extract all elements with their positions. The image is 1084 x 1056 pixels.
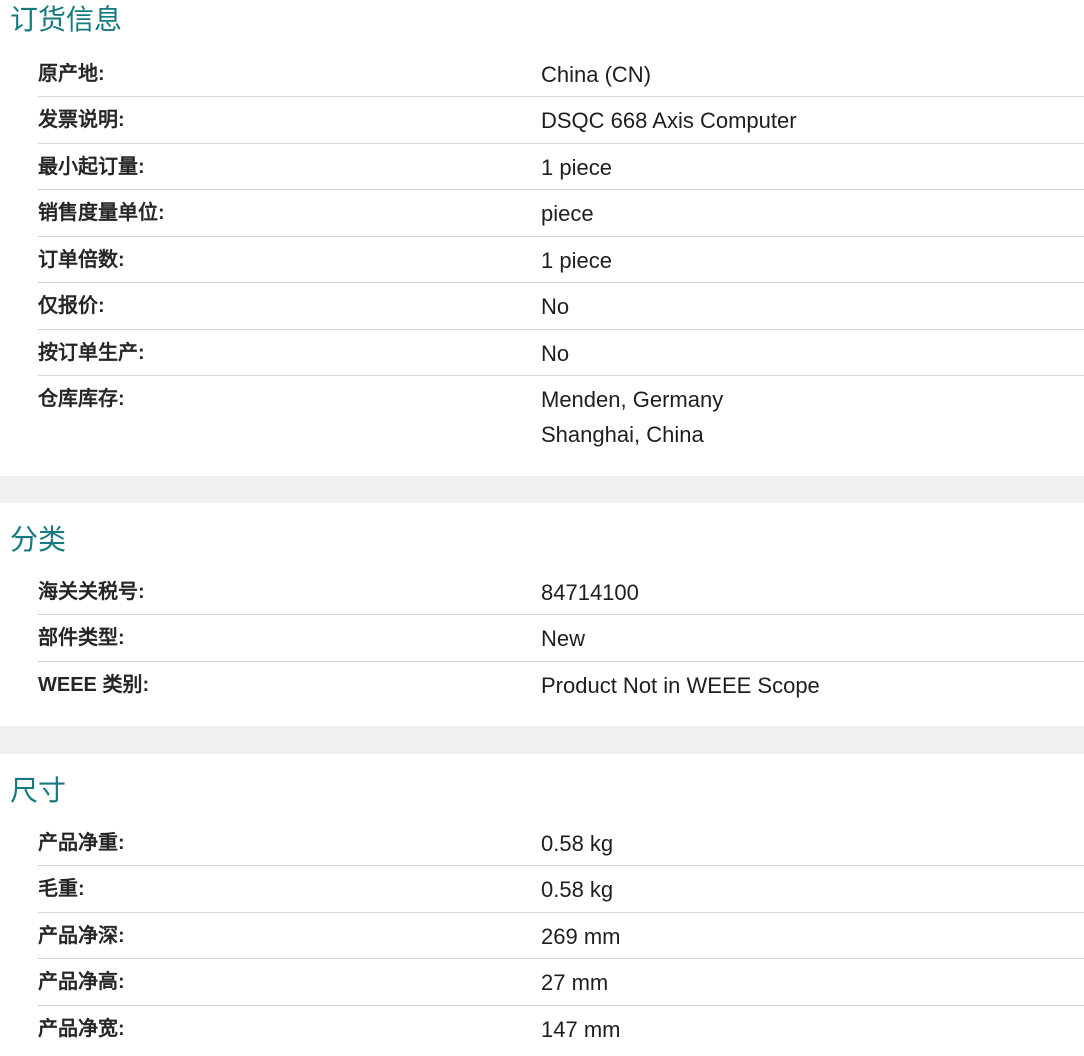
spec-label: 产品净重: [38, 831, 125, 854]
spec-value: DSQC 668 Axis Computer [541, 108, 797, 133]
row-customs-tariff-number: 海关关税号: 84714100 [38, 569, 1084, 615]
spec-label: 产品净高: [38, 971, 125, 993]
spec-label: 原产地: [38, 62, 105, 85]
spec-label: 按订单生产: [38, 341, 145, 364]
section-dimensions: 尺寸 产品净重: 0.58 kg 毛重: 0.58 kg 产品净深: 269 m… [0, 754, 1084, 1055]
spec-label: WEEE 类别: [38, 673, 150, 696]
row-invoice-description: 发票说明: DSQC 668 Axis Computer [38, 97, 1084, 144]
row-weee-category: WEEE 类别: Product Not in WEEE Scope [38, 662, 1084, 708]
spec-label: 海关关税号: [38, 580, 145, 603]
row-make-to-order: 按订单生产: No [38, 330, 1084, 376]
spec-label: 产品净宽: [38, 1017, 125, 1040]
section-title-classification: 分类 [10, 524, 67, 555]
row-warehouse-stock: 仓库库存: Menden, Germany Shanghai, China [38, 376, 1084, 457]
spec-label: 仓库库存: [38, 388, 125, 410]
section-classification: 分类 海关关税号: 84714100 部件类型: New WEEE 类别: Pr… [0, 503, 1084, 726]
spec-label: 产品净深: [38, 924, 125, 947]
spec-value: 27 mm [541, 970, 609, 995]
spec-label: 最小起订量: [38, 155, 145, 178]
warehouse-location: Menden, Germany [541, 387, 724, 412]
row-quote-only: 仅报价: No [38, 283, 1084, 330]
row-order-multiple: 订单倍数: 1 piece [38, 237, 1084, 283]
spec-value: 0.58 kg [541, 830, 614, 856]
spec-value: Product Not in WEEE Scope [541, 672, 820, 698]
spec-value: 0.58 kg [541, 877, 614, 902]
row-net-weight: 产品净重: 0.58 kg [38, 820, 1084, 866]
row-gross-weight: 毛重: 0.58 kg [38, 866, 1084, 913]
spec-label: 部件类型: [38, 627, 125, 649]
spec-value: No [541, 294, 570, 319]
row-sales-unit: 销售度量单位: piece [38, 190, 1084, 237]
section-title-dimensions: 尺寸 [10, 775, 67, 806]
spec-value: piece [541, 201, 594, 226]
row-part-type: 部件类型: New [38, 615, 1084, 662]
section-title-ordering-info: 订货信息 [10, 4, 123, 35]
spec-label: 销售度量单位: [38, 202, 165, 224]
row-net-depth: 产品净深: 269 mm [38, 913, 1084, 959]
spec-value: China (CN) [541, 61, 652, 87]
spec-table-dimensions: 产品净重: 0.58 kg 毛重: 0.58 kg 产品净深: 269 mm 产… [38, 820, 1084, 1052]
warehouse-location: Shanghai, China [541, 422, 704, 447]
row-net-width: 产品净宽: 147 mm [38, 1006, 1084, 1052]
row-net-height: 产品净高: 27 mm [38, 959, 1084, 1006]
spec-table-ordering-info: 原产地: China (CN) 发票说明: DSQC 668 Axis Comp… [38, 51, 1084, 457]
section-ordering-info: 订货信息 原产地: China (CN) 发票说明: DSQC 668 Axis… [0, 0, 1084, 476]
spec-value: 1 piece [541, 154, 612, 180]
section-separator [0, 726, 1084, 754]
spec-label: 毛重: [38, 878, 85, 900]
section-separator [0, 476, 1084, 503]
spec-value: 1 piece [541, 247, 612, 273]
spec-value: New [541, 626, 586, 651]
spec-value: No [541, 340, 570, 366]
row-country-of-origin: 原产地: China (CN) [38, 51, 1084, 97]
spec-label: 订单倍数: [38, 248, 125, 271]
spec-value: 84714100 [541, 579, 639, 605]
spec-label: 发票说明: [38, 109, 125, 131]
spec-table-classification: 海关关税号: 84714100 部件类型: New WEEE 类别: Produ… [38, 569, 1084, 708]
spec-value: Menden, Germany Shanghai, China [541, 382, 1084, 452]
spec-value: 147 mm [541, 1016, 621, 1042]
row-minimum-order-quantity: 最小起订量: 1 piece [38, 144, 1084, 190]
spec-label: 仅报价: [38, 295, 105, 317]
spec-value: 269 mm [541, 923, 621, 949]
